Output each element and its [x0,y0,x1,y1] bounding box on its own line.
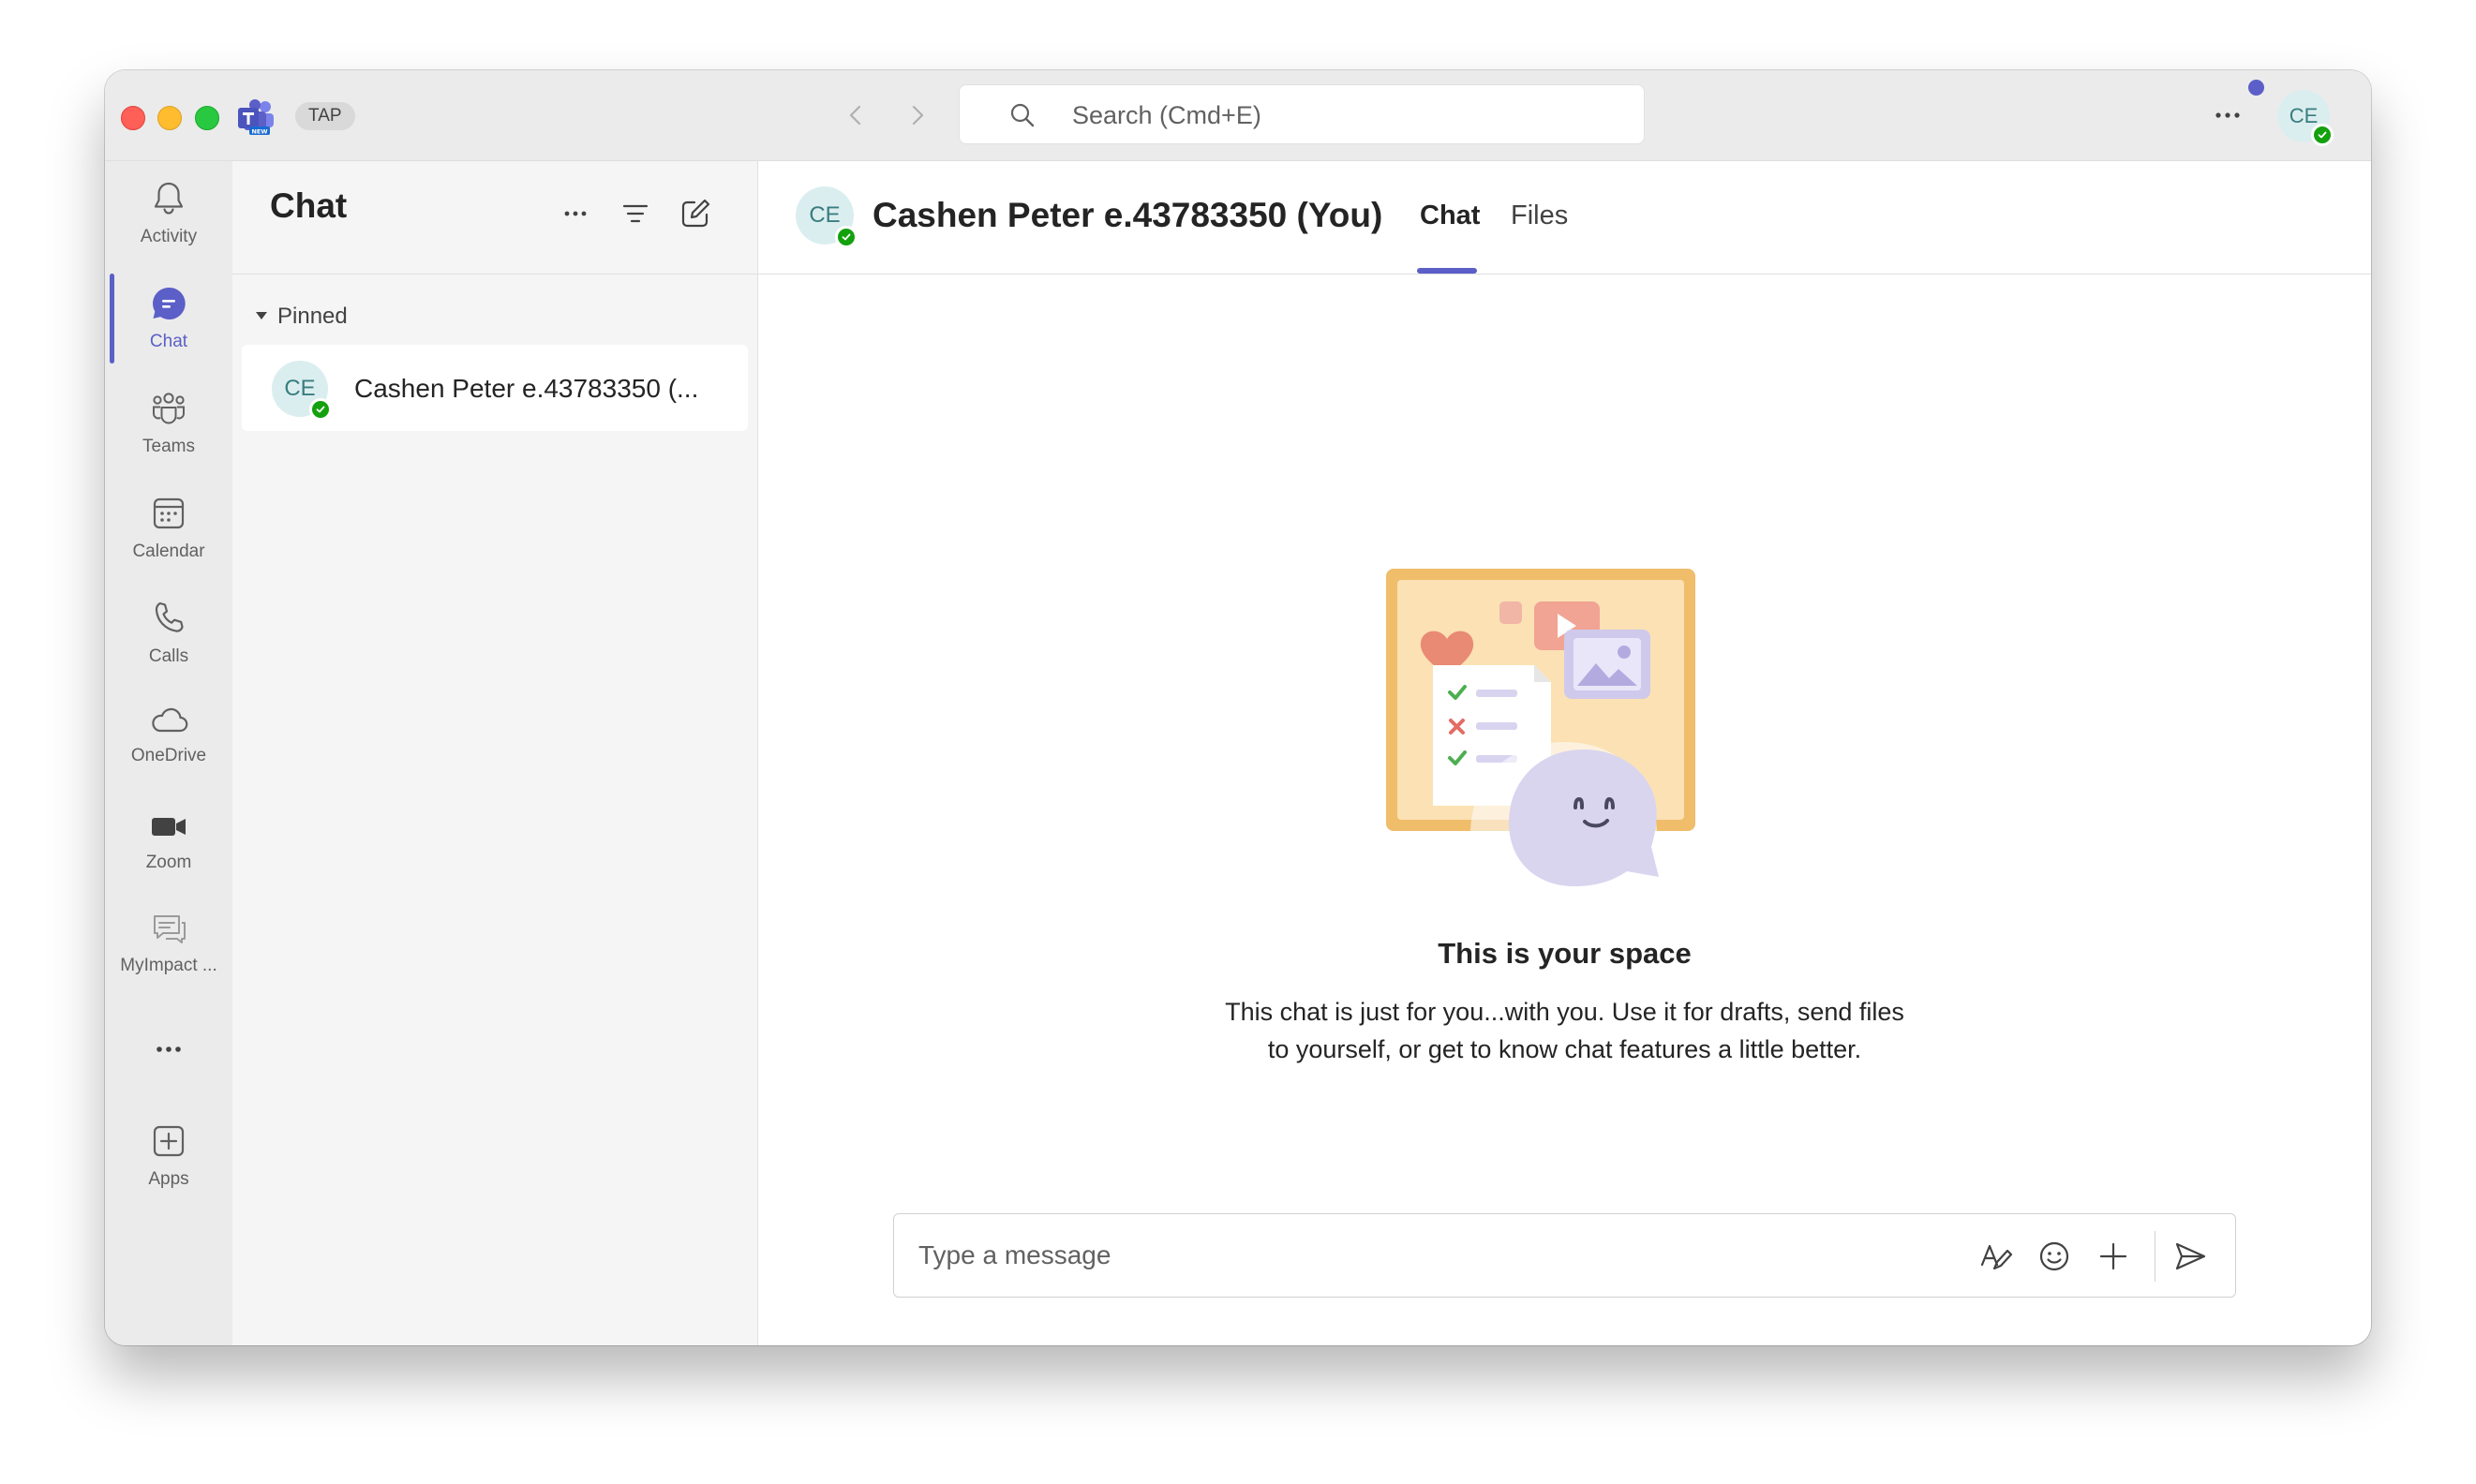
zoom-window-button[interactable] [195,106,219,130]
empty-state-description: This chat is just for you...with you. Us… [1189,993,1940,1068]
chat-list-item[interactable]: CE Cashen Peter e.43783350 (... [242,345,748,431]
svg-text:NEW: NEW [251,128,267,136]
rail-label: Teams [142,437,195,456]
add-app-icon [153,1125,185,1157]
avatar-initials: CE [284,376,316,401]
message-composer[interactable]: Type a message [893,1213,2236,1298]
tab-chat[interactable]: Chat [1420,189,1480,242]
message-input[interactable]: Type a message [918,1214,1111,1297]
feedback-icon [154,915,186,943]
org-badge[interactable]: TAP [295,102,355,130]
cloud-icon [152,707,188,733]
search-placeholder: Search (Cmd+E) [1072,101,1261,129]
conversation-header: CE Cashen Peter e.43783350 (You) Chat Fi… [758,161,2371,275]
teams-icon [153,393,185,424]
search-box[interactable]: Search (Cmd+E) [959,84,1645,144]
avatar-initials: CE [809,202,841,228]
conversation-pane: CE Cashen Peter e.43783350 (You) Chat Fi… [758,161,2371,1345]
active-tab-underline [1417,268,1477,274]
presence-available-icon [835,226,858,248]
rail-item-activity[interactable]: Activity [105,178,232,272]
close-window-button[interactable] [121,106,145,130]
empty-state-illustration [1377,564,1761,906]
rail-item-apps[interactable]: Apps [105,1120,232,1214]
app-rail: Activity Chat Teams Calendar Calls OneDr… [105,161,232,1345]
video-camera-icon [152,818,186,836]
rail-label: Activity [140,227,198,246]
presence-available-icon [2311,124,2334,146]
calendar-icon [153,497,185,529]
presence-available-icon [309,398,332,421]
caret-down-icon [253,301,270,319]
rail-item-teams[interactable]: Teams [105,388,232,482]
more-options-icon[interactable] [2208,96,2247,134]
bell-icon [154,182,184,215]
filter-icon[interactable] [619,197,652,230]
profile-avatar[interactable]: CE [2277,90,2334,146]
conversation-title: Cashen Peter e.43783350 (You) [873,196,1383,234]
more-options-icon[interactable] [559,197,592,230]
ellipsis-icon [157,1046,181,1052]
rail-label: Calls [148,646,189,666]
rail-label: Calendar [132,542,205,561]
rail-label: Zoom [145,853,192,872]
chat-list-pane: Chat Pinned CE Cashen Peter e.43783350 (… [232,161,758,1345]
back-arrow-icon[interactable] [840,98,873,132]
rail-item-zoom[interactable]: Zoom [105,808,232,901]
minimize-window-button[interactable] [157,106,182,130]
empty-state-description-line: This chat is just for you...with you. Us… [1225,998,1904,1026]
search-icon [1008,101,1037,129]
avatar: CE [272,361,332,421]
empty-state-description-line: to yourself, or get to know chat feature… [1267,1035,1862,1063]
chat-icon [153,287,186,319]
avatar[interactable]: CE [796,186,858,248]
emoji-icon[interactable] [2036,1239,2072,1274]
send-icon[interactable] [2172,1239,2208,1274]
rail-item-onedrive[interactable]: OneDrive [105,705,232,798]
rail-item-myimpact[interactable]: MyImpact ... [105,911,232,1004]
rail-label: Apps [148,1169,189,1189]
rail-label: MyImpact ... [120,956,217,975]
rail-item-chat[interactable]: Chat [105,283,232,377]
rail-label: Chat [149,332,188,351]
rail-more-apps[interactable] [105,1031,232,1068]
add-attachment-icon[interactable] [2096,1239,2131,1274]
rail-label: OneDrive [130,746,207,765]
phone-icon [155,601,184,632]
new-chat-icon[interactable] [679,197,712,230]
chat-list-title: Chat [270,186,348,225]
rail-item-calendar[interactable]: Calendar [105,493,232,586]
tab-files[interactable]: Files [1511,189,1568,242]
profile-initials: CE [2289,104,2319,127]
pinned-section-header[interactable]: Pinned [253,300,348,334]
rail-item-calls[interactable]: Calls [105,598,232,691]
teams-window: NEW TAP Search (Cmd+E) CE Activity Chat … [105,70,2371,1345]
chat-list-header: Chat [232,161,757,275]
notification-dot [2248,80,2264,96]
forward-arrow-icon[interactable] [900,98,933,132]
teams-logo-icon: NEW [236,98,276,136]
pinned-section-label: Pinned [277,304,348,329]
empty-state-title: This is your space [1438,937,1692,970]
title-bar: NEW TAP Search (Cmd+E) CE [105,70,2371,161]
format-text-icon[interactable] [1977,1239,2013,1274]
chat-item-name: Cashen Peter e.43783350 (... [354,374,699,403]
